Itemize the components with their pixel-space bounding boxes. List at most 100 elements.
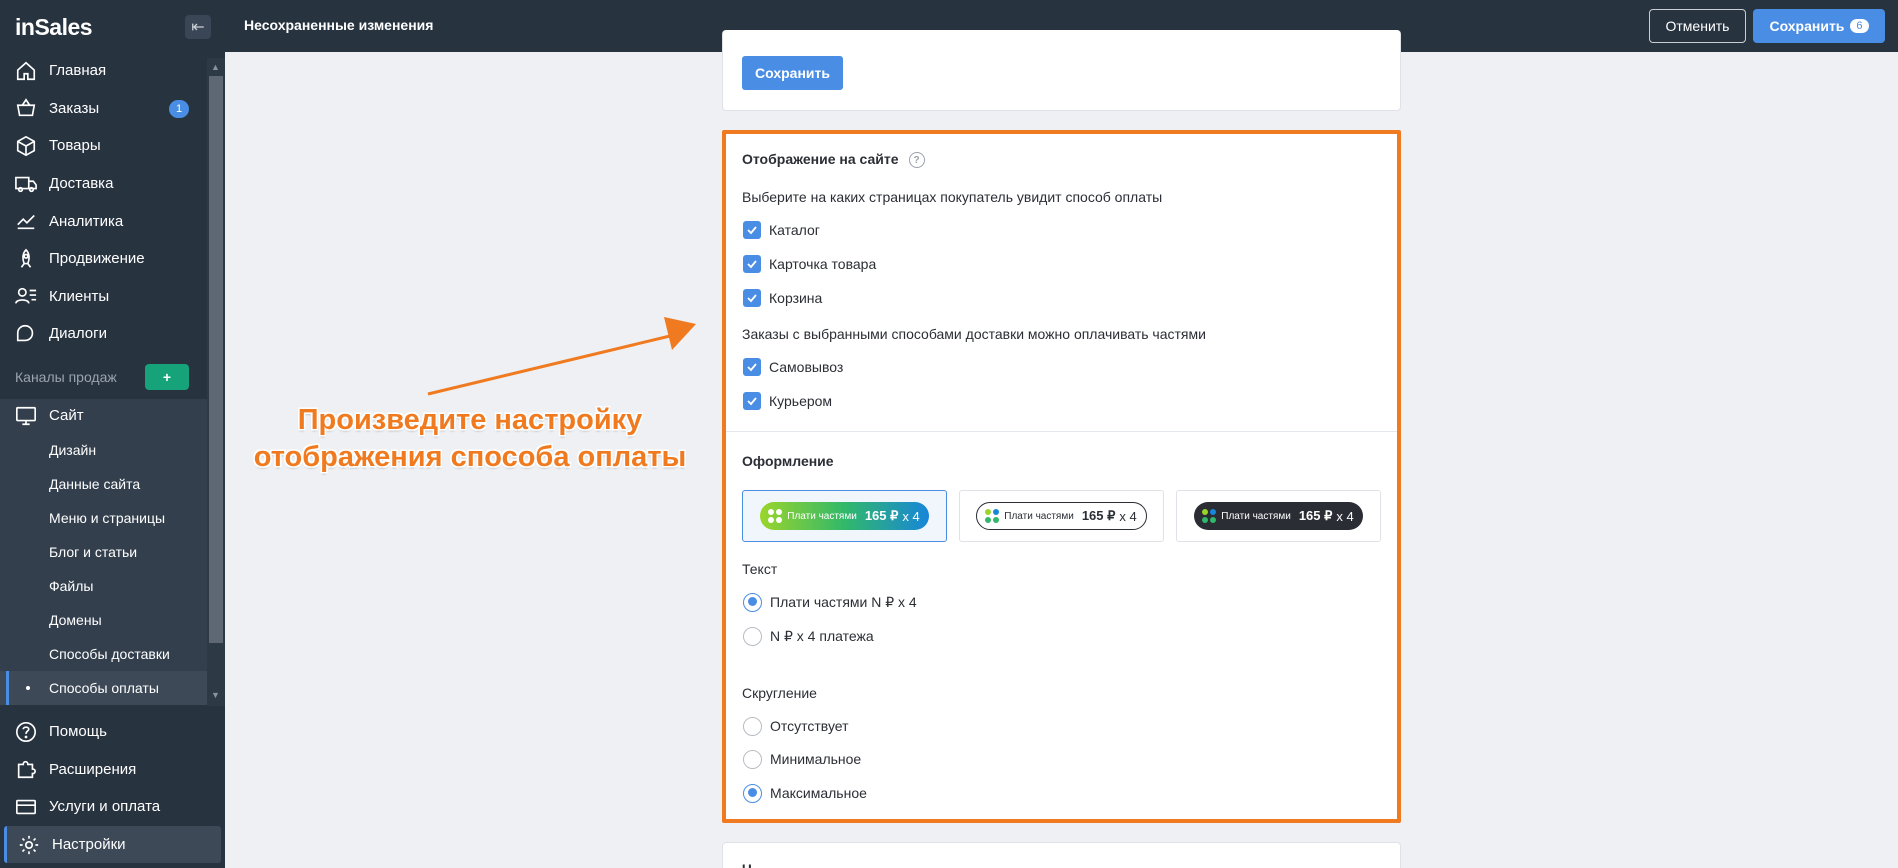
widget-style-gradient[interactable]: Плати частями 165 ₽ x 4 <box>742 490 947 542</box>
checkbox-catalog[interactable]: Каталог <box>743 220 820 240</box>
sidebar-item-dialogs[interactable]: Диалоги <box>0 315 207 353</box>
sidebar-item-products[interactable]: Товары <box>0 127 207 165</box>
sales-channels-label: Каналы продаж <box>15 368 117 385</box>
radio-label: Максимальное <box>770 785 867 801</box>
save-count-badge: 6 <box>1850 19 1869 33</box>
clients-icon <box>15 288 37 304</box>
unsaved-changes-status: Несохраненные изменения <box>244 17 434 33</box>
add-channel-button[interactable]: + <box>145 363 189 390</box>
widget-brand: Плати частями <box>1221 510 1291 522</box>
sidebar-item-label: Услуги и оплата <box>49 798 161 816</box>
annotation-line-1: Произведите настройку <box>297 404 643 436</box>
widget-preview: Плати частями 165 ₽ x 4 <box>976 502 1147 530</box>
text-option-label: Текст <box>742 561 778 577</box>
sidebar-subitem-site-data[interactable]: Данные сайта <box>0 467 207 501</box>
sidebar-item-analytics[interactable]: Аналитика <box>0 202 207 240</box>
sidebar-subitem-domains[interactable]: Домены <box>0 603 207 637</box>
radio-rounding-max[interactable]: Максимальное <box>743 783 867 803</box>
sidebar-item-label: Товары <box>49 137 101 155</box>
checkbox-cart[interactable]: Корзина <box>743 288 822 308</box>
sidebar-item-label: Доставка <box>49 175 114 193</box>
widget-amount: 165 ₽ <box>1081 508 1116 523</box>
delivery-prompt: Заказы с выбранными способами доставки м… <box>742 326 1206 342</box>
sidebar-item-promotion[interactable]: Продвижение <box>0 240 207 278</box>
radio-rounding-none[interactable]: Отсутствует <box>743 716 849 736</box>
rocket-icon <box>20 248 32 268</box>
checkbox-checked-icon <box>743 289 761 307</box>
checkbox-checked-icon <box>743 358 761 376</box>
sidebar-subitem-delivery-methods[interactable]: Способы доставки <box>0 637 207 671</box>
box-icon <box>16 135 36 157</box>
sidebar-item-label: Продвижение <box>49 250 145 268</box>
checkbox-checked-icon <box>743 221 761 239</box>
widget-multiplier: x 4 <box>1119 508 1137 524</box>
sidebar-subitem-label: Файлы <box>49 577 94 594</box>
sidebar: inSales ⇤ Главная Заказы 1 Товары Достав… <box>0 0 225 868</box>
help-icon <box>16 721 36 742</box>
sidebar-item-label: Помощь <box>49 723 107 741</box>
design-section-title: Оформление <box>742 453 834 469</box>
sidebar-subitem-payment-methods[interactable]: Способы оплаты <box>0 670 207 705</box>
checkbox-label: Корзина <box>769 290 823 306</box>
sidebar-item-home[interactable]: Главная <box>0 52 207 90</box>
sidebar-subitem-label: Дизайн <box>49 441 97 458</box>
radio-label: Минимальное <box>770 751 862 767</box>
sidebar-scrollbar-thumb[interactable] <box>209 76 223 643</box>
radio-text-payments[interactable]: N ₽ x 4 платежа <box>743 626 874 646</box>
scroll-down-icon[interactable]: ▼ <box>211 690 220 700</box>
puzzle-icon <box>17 761 36 779</box>
checkbox-label: Самовывоз <box>769 359 844 375</box>
display-settings-card: Отображение на сайте? Выберите на каких … <box>722 130 1401 823</box>
chart-icon <box>17 215 35 230</box>
next-settings-card: Ч <box>722 842 1401 868</box>
sidebar-subitem-files[interactable]: Файлы <box>0 569 207 603</box>
sidebar-subitem-design[interactable]: Дизайн <box>0 433 207 467</box>
sidebar-item-clients[interactable]: Клиенты <box>0 278 207 316</box>
sidebar-subitem-label: Блог и статьи <box>49 543 138 560</box>
sidebar-bottom-nav: Помощь Расширения Услуги и оплата Настро… <box>0 713 225 864</box>
basket-icon <box>16 98 36 117</box>
card-save-button[interactable]: Сохранить <box>742 56 843 90</box>
annotation-line-2: отображения способа оплаты <box>253 441 687 473</box>
sidebar-item-billing[interactable]: Услуги и оплата <box>0 788 225 826</box>
sidebar-subitem-label: Способы оплаты <box>49 679 159 696</box>
checkbox-pickup[interactable]: Самовывоз <box>743 357 843 377</box>
widget-preview: Плати частями 165 ₽ x 4 <box>1194 502 1363 530</box>
checkbox-product-card[interactable]: Карточка товара <box>743 254 876 274</box>
radio-label: Отсутствует <box>770 718 849 734</box>
sales-channels-header: Каналы продаж + <box>0 359 207 395</box>
widget-style-dark[interactable]: Плати частями 165 ₽ x 4 <box>1176 490 1381 542</box>
widget-multiplier: x 4 <box>1336 508 1354 524</box>
radio-text-full[interactable]: Плати частями N ₽ x 4 <box>743 592 917 612</box>
sidebar-item-orders[interactable]: Заказы 1 <box>0 90 207 128</box>
radio-unselected-icon <box>743 749 762 769</box>
sidebar-item-settings[interactable]: Настройки <box>4 825 221 864</box>
sidebar-item-help[interactable]: Помощь <box>0 713 225 751</box>
cancel-button[interactable]: Отменить <box>1649 9 1746 43</box>
collapse-sidebar-icon[interactable]: ⇤ <box>185 15 211 39</box>
sidebar-subitem-label: Способы доставки <box>49 645 170 662</box>
home-icon <box>16 61 36 80</box>
radio-label: N ₽ x 4 платежа <box>770 627 874 644</box>
rounding-option-label: Скругление <box>742 685 817 701</box>
scroll-up-icon[interactable]: ▲ <box>211 62 220 72</box>
radio-rounding-min[interactable]: Минимальное <box>743 749 861 769</box>
sidebar-item-delivery[interactable]: Доставка <box>0 165 207 203</box>
sidebar-subitem-blog[interactable]: Блог и статьи <box>0 535 207 569</box>
radio-label: Плати частями N ₽ x 4 <box>770 593 917 610</box>
monitor-icon <box>16 406 36 425</box>
app-logo[interactable]: inSales <box>15 14 93 41</box>
checkbox-checked-icon <box>743 255 761 273</box>
sidebar-item-site[interactable]: Сайт <box>0 399 207 433</box>
truck-icon <box>15 176 37 192</box>
sidebar-item-extensions[interactable]: Расширения <box>0 751 225 789</box>
widget-logo-icon <box>1202 509 1217 523</box>
sidebar-subitem-menu-pages[interactable]: Меню и страницы <box>0 501 207 535</box>
widget-preview: Плати частями 165 ₽ x 4 <box>760 502 929 530</box>
annotation-callout: Произведите настройку отображения способ… <box>240 402 700 476</box>
save-button[interactable]: Сохранить 6 <box>1753 9 1885 43</box>
help-icon[interactable]: ? <box>908 152 925 169</box>
widget-style-outline[interactable]: Плати частями 165 ₽ x 4 <box>959 490 1164 542</box>
checkbox-courier[interactable]: Курьером <box>743 391 832 411</box>
sidebar-menu: Главная Заказы 1 Товары Доставка Аналити… <box>0 52 207 705</box>
